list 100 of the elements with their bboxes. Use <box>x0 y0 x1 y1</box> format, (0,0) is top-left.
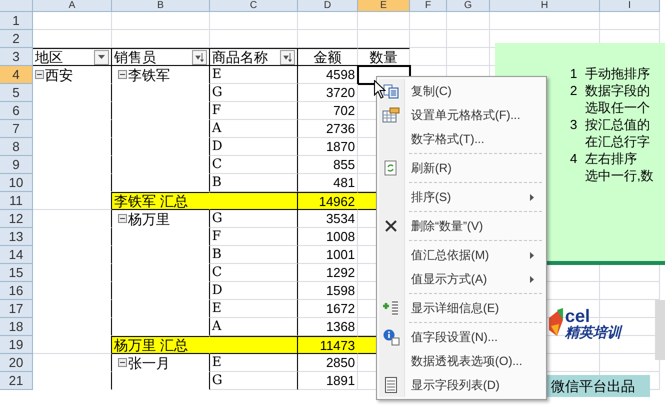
menu-item-label: 删除“数量”(V) <box>411 218 483 235</box>
table-cell: G <box>210 372 298 390</box>
column-header[interactable]: A <box>33 0 112 12</box>
menu-item[interactable]: 显示字段列表(D) <box>377 373 546 397</box>
menu-item[interactable]: 刷新(R) <box>377 156 546 185</box>
menu-item-label: 显示详细信息(E) <box>411 300 499 317</box>
collapse-icon[interactable] <box>35 70 44 79</box>
salesperson-label: 杨万里 <box>128 212 170 226</box>
menu-item[interactable]: 数据透视表选项(O)... <box>377 349 546 373</box>
logo-text: 精英培训 <box>565 325 621 339</box>
table-cell: 2850 <box>298 354 358 372</box>
row-header[interactable]: 17 <box>0 300 33 318</box>
logo-text: cel <box>565 307 590 325</box>
table-cell <box>358 66 410 84</box>
table-cell: 4598 <box>298 66 358 84</box>
table-cell: D <box>210 282 298 300</box>
logo-mark-icon <box>547 308 565 338</box>
sort-arrow-icon <box>195 52 204 62</box>
row-header[interactable]: 6 <box>0 102 33 120</box>
note-text: 左右排序 <box>585 150 637 168</box>
row-header[interactable]: 10 <box>0 174 33 192</box>
note-text: 数据字段的 <box>585 82 650 100</box>
menu-item[interactable]: 设置单元格格式(F)... <box>377 103 546 127</box>
sort-filter-button[interactable] <box>192 50 207 64</box>
row-header[interactable]: 7 <box>0 120 33 138</box>
subtotal-label: 李铁军 汇总 <box>114 194 188 208</box>
table-cell: 1870 <box>298 138 358 156</box>
subtotal-label: 杨万里 汇总 <box>114 338 188 352</box>
table-cell <box>410 12 447 30</box>
row-header[interactable]: 20 <box>0 354 33 372</box>
row-header[interactable]: 5 <box>0 84 33 102</box>
table-cell: B <box>210 246 298 264</box>
menu-item[interactable]: 数字格式(T)... <box>377 127 546 156</box>
format-cells-icon <box>382 107 400 123</box>
row-header[interactable]: 11 <box>0 192 33 210</box>
salesperson-label: 李铁军 <box>128 68 170 82</box>
salesperson-label: 张一月 <box>128 356 170 370</box>
row-header[interactable]: 4 <box>0 66 33 84</box>
row-header[interactable]: 16 <box>0 282 33 300</box>
field-list-icon <box>385 377 397 393</box>
row-header[interactable]: 8 <box>0 138 33 156</box>
row-header[interactable]: 12 <box>0 210 33 228</box>
sort-filter-button[interactable] <box>280 50 295 64</box>
column-header[interactable]: E <box>358 0 410 12</box>
note-number: 1 <box>570 64 578 83</box>
pivot-header-label: 数量 <box>370 50 398 64</box>
column-header[interactable]: D <box>298 0 358 12</box>
row-header[interactable]: 3 <box>0 48 33 66</box>
row-header[interactable]: 18 <box>0 318 33 336</box>
submenu-arrow-icon <box>530 276 534 282</box>
table-cell <box>447 12 490 30</box>
menu-item[interactable]: 值显示方式(A) <box>377 267 546 296</box>
row-header[interactable]: 19 <box>0 336 33 354</box>
menu-item[interactable]: 值字段设置(N)... <box>377 325 546 349</box>
collapse-icon[interactable] <box>118 358 127 367</box>
row-header[interactable]: 9 <box>0 156 33 174</box>
column-header[interactable]: G <box>447 0 490 12</box>
menu-item-label: 显示字段列表(D) <box>411 377 500 394</box>
delete-icon <box>385 220 397 232</box>
column-header[interactable]: I <box>600 0 660 12</box>
menu-item-label: 设置单元格格式(F)... <box>411 107 520 124</box>
table-cell: 2736 <box>298 120 358 138</box>
menu-item[interactable]: 排序(S) <box>377 185 546 214</box>
table-cell: A <box>210 120 298 138</box>
table-cell: 855 <box>298 156 358 174</box>
row-header[interactable]: 15 <box>0 264 33 282</box>
filter-dropdown-button[interactable] <box>94 50 109 64</box>
menu-item[interactable]: 删除“数量”(V) <box>377 214 546 243</box>
row-header[interactable]: 21 <box>0 372 33 390</box>
note-text: 选取任一个 <box>585 98 650 117</box>
note-text: 在汇总行字 <box>585 132 650 151</box>
show-details-icon <box>383 301 399 315</box>
table-cell <box>600 282 660 300</box>
pivot-header-label: 商品名称 <box>212 50 268 64</box>
column-header[interactable]: B <box>112 0 210 12</box>
table-cell: E <box>210 300 298 318</box>
row-header[interactable]: 2 <box>0 30 33 48</box>
table-cell <box>410 30 447 48</box>
table-cell <box>298 12 358 30</box>
row-header[interactable]: 1 <box>0 12 33 30</box>
table-cell: 702 <box>298 102 358 120</box>
menu-item-label: 数据透视表选项(O)... <box>411 353 522 370</box>
menu-item[interactable]: 显示详细信息(E) <box>377 296 546 325</box>
table-cell: C <box>210 156 298 174</box>
column-header[interactable]: F <box>410 0 447 12</box>
menu-item[interactable]: 值汇总依据(M) <box>377 243 546 267</box>
collapse-icon[interactable] <box>118 214 127 223</box>
table-cell: 1292 <box>298 264 358 282</box>
menu-item-label: 数字格式(T)... <box>411 131 484 148</box>
row-header[interactable]: 14 <box>0 246 33 264</box>
column-header[interactable]: C <box>210 0 298 12</box>
table-cell: E <box>210 66 298 84</box>
collapse-icon[interactable] <box>118 70 127 79</box>
column-header[interactable]: H <box>490 0 600 12</box>
table-cell <box>358 30 410 48</box>
pivot-header-label: 销售员 <box>114 50 156 64</box>
table-cell: G <box>210 84 298 102</box>
table-cell: C <box>210 264 298 282</box>
row-header[interactable]: 13 <box>0 228 33 246</box>
table-cell: 1008 <box>298 228 358 246</box>
